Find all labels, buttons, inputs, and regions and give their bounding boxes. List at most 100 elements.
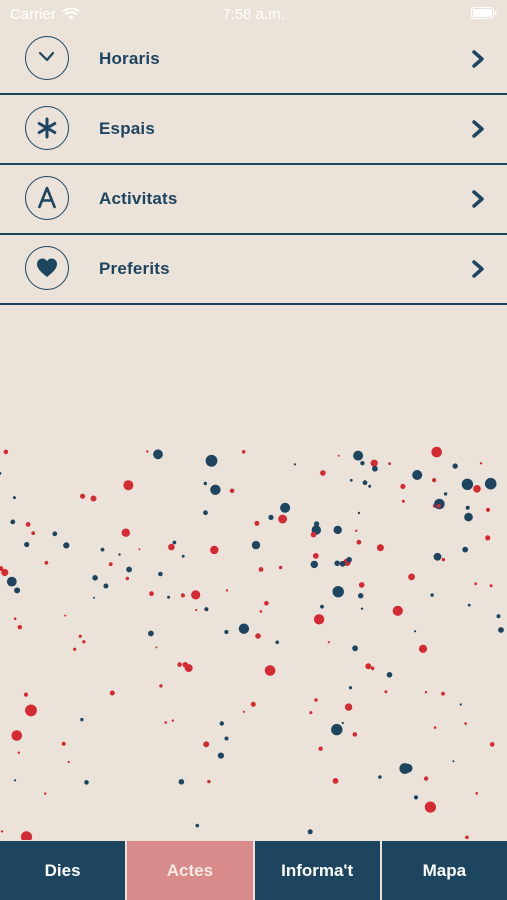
decorative-dot (264, 600, 269, 606)
decorative-dot (171, 719, 174, 722)
decorative-dot (24, 541, 30, 548)
decorative-dot (348, 686, 353, 690)
decorative-dot (318, 746, 323, 751)
decorative-dot (349, 478, 353, 482)
decorative-dot (489, 584, 493, 588)
decorative-dot (498, 627, 504, 633)
menu-item-preferits[interactable]: Preferits (0, 235, 507, 305)
decorative-dot (464, 722, 467, 725)
decorative-dot (0, 472, 2, 475)
decorative-dot (334, 560, 341, 567)
decorative-dot (314, 698, 318, 702)
decorative-dot (376, 544, 384, 552)
asterisk-icon (25, 106, 69, 150)
decorative-dot (178, 779, 185, 785)
decorative-dot (473, 485, 481, 493)
decorative-dot (224, 736, 229, 741)
decorative-dot (61, 741, 66, 746)
decorative-dot (339, 560, 346, 567)
decorative-dot (332, 586, 344, 598)
decorative-dot (431, 446, 443, 458)
heart-icon (25, 246, 69, 290)
decorative-dot (352, 732, 358, 737)
decorative-dot (168, 543, 175, 551)
decorative-dot (264, 665, 276, 676)
decorative-dot (78, 634, 82, 638)
decorative-dot (0, 830, 4, 833)
decorative-dot (181, 554, 185, 558)
battery-icon (471, 7, 497, 19)
decorative-dot (229, 488, 235, 494)
decorative-dot (436, 503, 441, 509)
decorative-dot (259, 610, 263, 613)
decorative-dot (125, 576, 129, 581)
decorative-dot (433, 726, 437, 729)
decorative-dot (355, 529, 358, 532)
decorative-dot (331, 723, 343, 736)
decorative-dot (360, 607, 364, 610)
decorative-dot (386, 672, 393, 678)
decorative-dot (360, 461, 365, 466)
decorative-dot (67, 760, 70, 764)
decorative-dot (489, 742, 495, 747)
decorative-dot (205, 454, 218, 467)
decorative-dot (278, 514, 287, 524)
decorative-dot (346, 556, 352, 563)
decorative-dot (204, 607, 209, 612)
decorative-dot (159, 684, 163, 688)
decorative-dot (408, 573, 415, 581)
menu-item-horaris[interactable]: Horaris (0, 25, 507, 95)
decorative-dot (268, 514, 274, 520)
decorative-dot (441, 691, 445, 696)
decorative-dot (203, 481, 207, 486)
decorative-dot (414, 630, 417, 633)
tab-informat[interactable]: Informa't (255, 841, 382, 900)
decorative-dot (217, 752, 224, 759)
decorative-dot (25, 522, 31, 527)
decorative-dot (357, 511, 361, 515)
decorative-dot (219, 721, 224, 726)
decorative-dot (238, 623, 250, 634)
decorative-dot (475, 792, 479, 795)
decorative-dot (461, 478, 474, 490)
decorative-dot (412, 470, 423, 480)
decorative-dot (92, 575, 98, 581)
decorative-dot (485, 535, 491, 541)
decorative-dot (195, 823, 200, 828)
chevron-right-icon (472, 260, 484, 278)
decorative-dot (467, 603, 471, 607)
decorative-dot (280, 502, 291, 513)
tab-dies[interactable]: Dies (0, 841, 128, 900)
decorative-dot (310, 531, 317, 538)
decorative-dot (358, 593, 364, 599)
decorative-dots-illustration (0, 446, 504, 840)
decorative-dot (333, 525, 342, 535)
decorative-dot (474, 582, 478, 586)
decorative-dot (443, 492, 448, 496)
menu-item-activitats[interactable]: Activitats (0, 165, 507, 235)
decorative-dot (23, 692, 29, 697)
tab-actes[interactable]: Actes (127, 841, 255, 900)
decorative-dot (327, 641, 330, 644)
decorative-dot (172, 540, 177, 545)
decorative-dot (126, 566, 132, 573)
decorative-dot (430, 593, 434, 597)
decorative-dot (64, 614, 67, 617)
decorative-dot (485, 507, 491, 512)
decorative-dot (100, 547, 105, 552)
decorative-dot (423, 776, 429, 781)
decorative-dot (293, 463, 296, 466)
decorative-dot (13, 617, 17, 620)
decorative-dot (207, 779, 211, 784)
menu-label-espais: Espais (99, 119, 156, 138)
decorative-dot (401, 499, 405, 503)
clock-time: 7:58 a.m. (222, 6, 285, 23)
chevron-right-icon (472, 190, 484, 208)
tab-mapa[interactable]: Mapa (382, 841, 507, 900)
decorative-dot (388, 462, 391, 465)
decorative-dot (309, 711, 313, 715)
decorative-dot (80, 717, 84, 722)
menu-item-espais[interactable]: Espais (0, 95, 507, 165)
decorative-dot (177, 662, 182, 667)
decorative-dot (138, 548, 141, 551)
